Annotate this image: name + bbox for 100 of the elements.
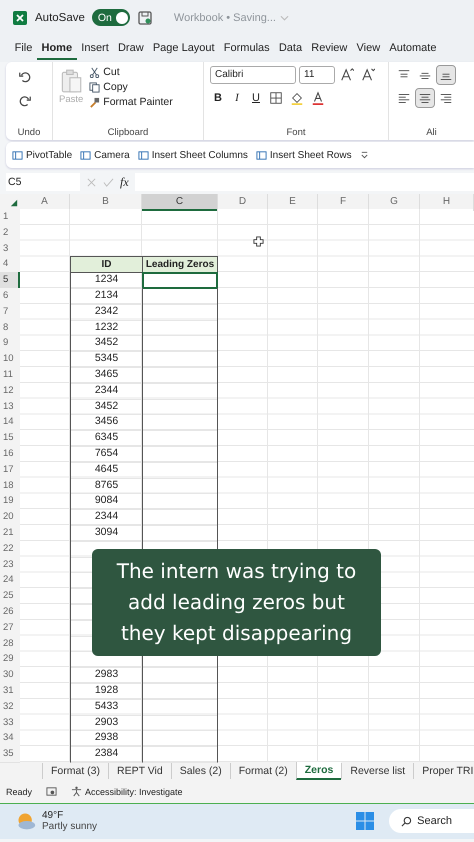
row-header[interactable]: 32 <box>0 698 20 716</box>
toolbar-button[interactable]: Insert Sheet Columns <box>138 150 248 160</box>
table-cell: 5433 <box>70 698 142 716</box>
ribbon-tab[interactable]: View <box>352 38 385 60</box>
table-icon <box>256 150 267 160</box>
ribbon-tab[interactable]: Review <box>306 38 352 60</box>
table-cell: 4645 <box>70 462 142 479</box>
font-name-dropdown[interactable]: Calibri <box>210 66 296 84</box>
table-cell: 7654 <box>70 446 142 463</box>
table-cell: 2344 <box>70 509 142 526</box>
row-header[interactable]: 14 <box>0 414 20 432</box>
ribbon-tab[interactable]: File <box>10 38 37 60</box>
row-header[interactable]: 6 <box>0 288 20 305</box>
row-header[interactable]: 27 <box>0 620 20 637</box>
person-icon <box>71 786 82 798</box>
sheet-tab[interactable]: Format (3) <box>42 763 108 780</box>
row-header[interactable]: 5 <box>0 272 20 289</box>
row-header[interactable]: 22 <box>0 540 20 558</box>
select-all-icon[interactable] <box>10 199 18 207</box>
ribbon-tab[interactable]: Data <box>274 38 307 60</box>
ribbon-tab[interactable]: Page Layout <box>148 38 220 60</box>
align-bottom-icon[interactable] <box>437 66 455 84</box>
bold-button[interactable]: B <box>210 92 226 104</box>
table-icon <box>12 150 23 160</box>
check-icon[interactable] <box>103 176 114 188</box>
group-label: Font <box>285 127 306 138</box>
table-cell: 3094 <box>70 524 142 542</box>
row-header[interactable]: 35 <box>0 746 20 763</box>
ribbon-tab[interactable]: Automate <box>384 38 442 60</box>
cursor-icon <box>253 236 264 247</box>
macro-recorder-icon[interactable] <box>46 786 58 798</box>
sheet-tab[interactable]: REPT Vid <box>108 763 171 780</box>
row-header[interactable]: 9 <box>0 335 20 352</box>
autosave-label: AutoSave <box>35 12 85 24</box>
group-label: Ali <box>425 127 438 138</box>
caption-text: add leading zeros but <box>128 589 345 616</box>
group-label: Undo <box>16 127 42 138</box>
row-header[interactable]: 15 <box>0 430 20 447</box>
row-header[interactable]: 21 <box>0 524 20 542</box>
row-header[interactable]: 29 <box>0 651 20 668</box>
table-cell: 2903 <box>70 714 142 732</box>
toolbar-button[interactable]: Insert Sheet Rows <box>256 150 352 160</box>
autosave-toggle[interactable]: On <box>92 9 130 26</box>
copy-icon <box>89 82 100 92</box>
row-header[interactable]: 17 <box>0 462 20 479</box>
table-cell: 2342 <box>70 304 142 321</box>
row-header[interactable]: 24 <box>0 572 20 590</box>
table-cell: 1234 <box>70 272 142 289</box>
copy-button[interactable]: Copy <box>89 81 173 93</box>
format-painter-button[interactable]: Format Painter <box>89 96 173 108</box>
windows-start-icon[interactable] <box>355 811 376 832</box>
sheet-tab[interactable]: Zeros <box>296 762 342 780</box>
ribbon-tab[interactable]: Home <box>36 38 77 60</box>
row-header[interactable]: 2 <box>0 224 20 242</box>
name-box[interactable]: C5 <box>6 173 80 191</box>
row-header[interactable]: 7 <box>0 304 20 321</box>
table-cell: 9084 <box>70 493 142 510</box>
italic-button[interactable]: I <box>229 92 245 104</box>
cut-button[interactable]: Cut <box>89 66 173 78</box>
insert-function-button[interactable]: fx <box>120 174 129 190</box>
taskbar-search[interactable]: Search <box>389 809 474 834</box>
row-header[interactable]: 16 <box>0 446 20 463</box>
table-cell: 3465 <box>70 366 142 384</box>
accessibility-button[interactable]: Accessibility: Investigate <box>71 786 183 798</box>
sheet-tab[interactable]: Proper TRI <box>413 763 474 780</box>
ribbon-tab[interactable]: Draw <box>113 38 148 60</box>
align-center-icon[interactable] <box>416 89 434 107</box>
clipboard-icon <box>60 68 82 94</box>
document-title[interactable]: Workbook • Saving... <box>174 12 276 24</box>
font-size-dropdown[interactable]: 11 <box>299 66 335 84</box>
row-header[interactable]: 1 <box>0 209 20 226</box>
row-header[interactable]: 31 <box>0 682 20 700</box>
underline-button[interactable]: U <box>248 92 264 104</box>
table-cell: 3452 <box>70 335 142 352</box>
row-header[interactable]: 30 <box>0 667 20 684</box>
row-header[interactable]: 10 <box>0 351 20 368</box>
row-header[interactable]: 25 <box>0 588 20 605</box>
table-cell: 3456 <box>70 414 142 432</box>
row-header[interactable]: 34 <box>0 730 20 748</box>
row-header[interactable]: 20 <box>0 509 20 526</box>
save-icon[interactable] <box>136 10 153 26</box>
table-icon <box>80 150 92 160</box>
ribbon-tab[interactable]: Formulas <box>219 38 274 60</box>
overflow-icon[interactable] <box>360 151 369 159</box>
row-header[interactable]: 26 <box>0 604 20 621</box>
table-cell: 2344 <box>70 382 142 400</box>
sheet-tab[interactable]: Sales (2) <box>170 763 230 780</box>
table-cell: 1928 <box>70 682 142 700</box>
active-cell[interactable] <box>142 272 218 289</box>
row-header[interactable]: 19 <box>0 493 20 510</box>
toolbar-button[interactable]: Camera <box>80 150 130 160</box>
toolbar-button[interactable]: PivotTable <box>12 150 72 160</box>
row-header[interactable]: 12 <box>0 382 20 400</box>
row-header[interactable]: 11 <box>0 366 20 384</box>
table-cell: 8765 <box>70 478 142 494</box>
sheet-tab[interactable]: Reverse list <box>341 763 414 780</box>
row-header[interactable]: 4 <box>0 256 20 274</box>
table-header-cell: ID <box>70 256 142 274</box>
paintbrush-icon <box>89 96 100 108</box>
ribbon-tab[interactable]: Insert <box>76 38 114 60</box>
